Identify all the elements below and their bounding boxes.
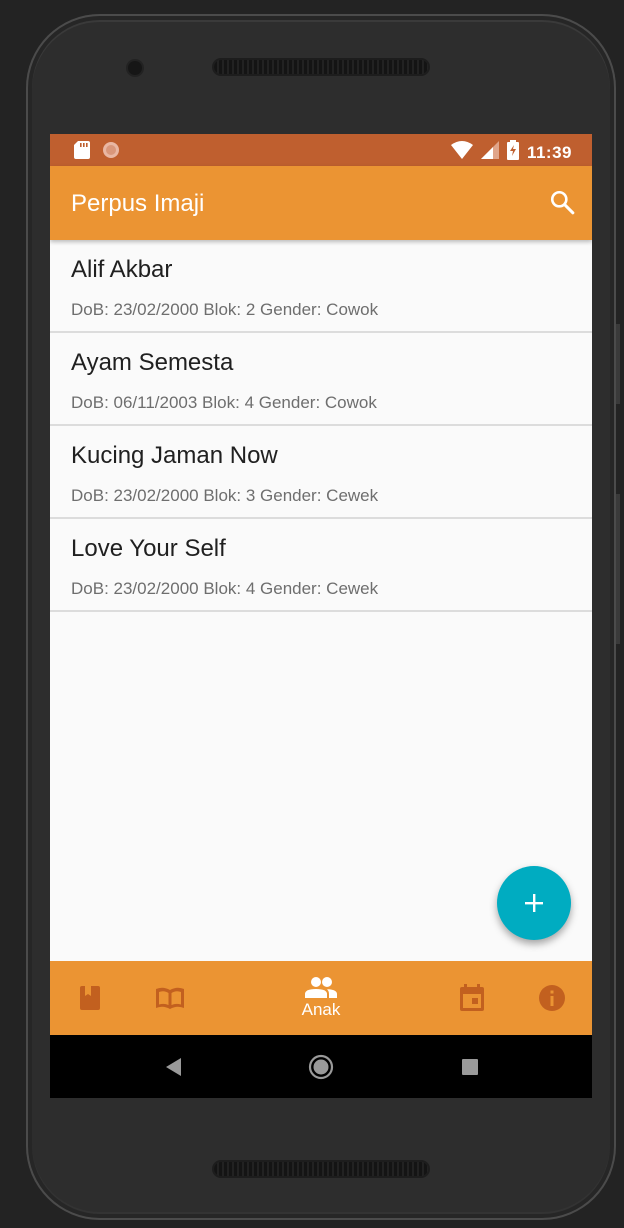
status-time: 11:39 — [526, 142, 572, 162]
item-details: DoB: 23/02/2000 Blok: 4 Gender: Cewek — [71, 579, 379, 598]
nav-item-anak[interactable]: Anak — [290, 961, 352, 1035]
front-camera — [128, 61, 142, 75]
item-details: DoB: 23/02/2000 Blok: 3 Gender: Cewek — [71, 486, 379, 505]
info-icon — [539, 985, 565, 1011]
item-name: Kucing Jaman Now — [71, 442, 278, 469]
item-details: DoB: 23/02/2000 Blok: 2 Gender: Cowok — [71, 300, 379, 319]
item-name: Ayam Semesta — [71, 349, 234, 376]
people-icon — [305, 977, 337, 998]
nav-item-calendar[interactable] — [456, 961, 488, 1035]
search-icon — [550, 190, 575, 215]
list-item[interactable]: Kucing Jaman Now DoB: 23/02/2000 Blok: 3… — [50, 426, 592, 519]
book-icon — [80, 986, 100, 1010]
home-icon — [308, 1054, 334, 1079]
bottom-navigation: Anak — [50, 961, 592, 1035]
system-navigation-bar — [50, 1035, 592, 1098]
volume-button — [616, 494, 620, 644]
open-book-icon — [156, 987, 184, 1009]
plus-icon — [525, 894, 543, 912]
bottom-speaker — [214, 1162, 428, 1176]
list-item[interactable]: Love Your Self DoB: 23/02/2000 Blok: 4 G… — [50, 519, 592, 612]
sync-icon — [102, 141, 120, 164]
status-bar: 11:39 — [50, 134, 592, 166]
back-icon — [166, 1057, 181, 1076]
nav-label-anak: Anak — [301, 1000, 341, 1019]
recents-icon — [462, 1058, 478, 1075]
add-button[interactable] — [497, 866, 571, 940]
item-details: DoB: 06/11/2003 Blok: 4 Gender: Cowok — [71, 393, 377, 412]
power-button — [616, 324, 620, 404]
sd-card-icon — [74, 141, 90, 164]
search-button[interactable] — [546, 186, 578, 218]
item-name: Love Your Self — [71, 535, 226, 562]
screen: 11:39 Perpus Imaji Alif Akbar DoB: 23/02… — [50, 134, 592, 1098]
earpiece-speaker — [214, 60, 428, 74]
wifi-icon — [450, 141, 473, 164]
list-item[interactable]: Ayam Semesta DoB: 06/11/2003 Blok: 4 Gen… — [50, 333, 592, 426]
nav-item-book[interactable] — [72, 961, 108, 1035]
member-list: Alif Akbar DoB: 23/02/2000 Blok: 2 Gende… — [50, 240, 592, 612]
home-button[interactable] — [300, 1035, 342, 1098]
app-title: Perpus Imaji — [71, 190, 205, 217]
recents-button[interactable] — [450, 1035, 490, 1098]
battery-charging-icon — [506, 140, 519, 165]
signal-icon — [480, 141, 499, 164]
item-name: Alif Akbar — [71, 256, 173, 283]
app-bar: Perpus Imaji — [50, 166, 592, 240]
calendar-icon — [460, 984, 484, 1011]
list-item[interactable]: Alif Akbar DoB: 23/02/2000 Blok: 2 Gende… — [50, 240, 592, 333]
back-button[interactable] — [154, 1035, 194, 1098]
nav-item-open-book[interactable] — [150, 961, 190, 1035]
nav-item-info[interactable] — [536, 961, 568, 1035]
